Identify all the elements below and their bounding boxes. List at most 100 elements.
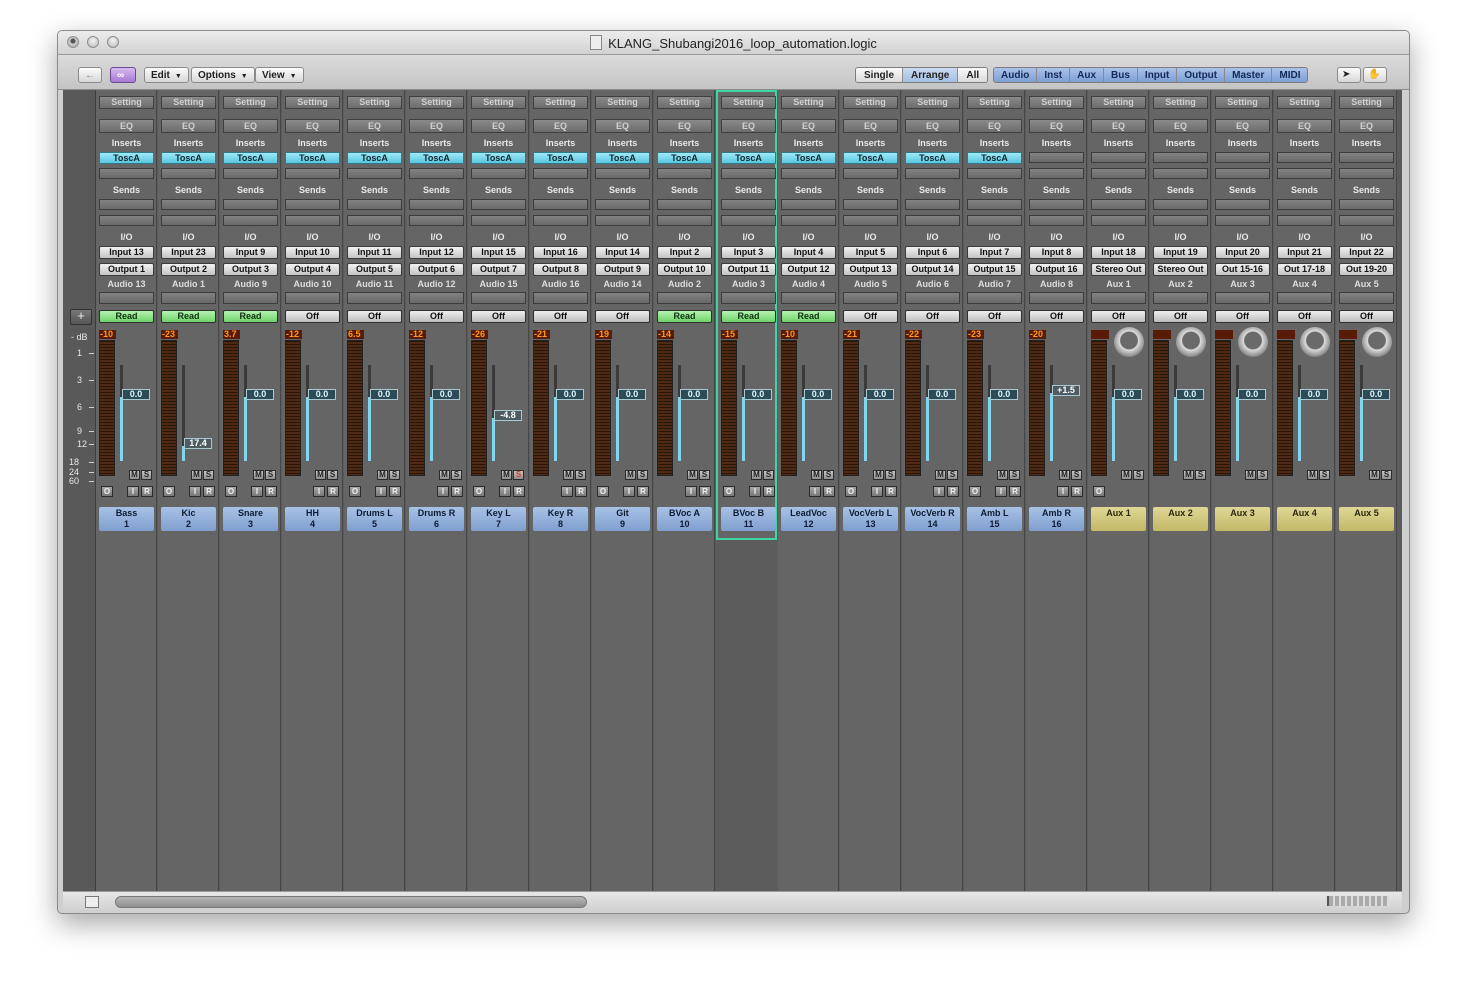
view-mode-all[interactable]: All: [958, 68, 988, 82]
mute-button[interactable]: M: [1183, 470, 1194, 480]
output-selector[interactable]: Output 6: [409, 263, 464, 276]
edit-menu[interactable]: Edit ▼: [144, 67, 189, 83]
send-slot-2[interactable]: [347, 215, 402, 226]
setting-button[interactable]: Setting: [657, 96, 712, 109]
channel-name[interactable]: Amb R 16: [1029, 507, 1084, 531]
fader-level[interactable]: [430, 397, 433, 461]
send-slot-2[interactable]: [471, 215, 526, 226]
mute-button[interactable]: M: [191, 470, 202, 480]
send-slot-1[interactable]: [1339, 199, 1394, 210]
send-slot-1[interactable]: [409, 199, 464, 210]
fader-level[interactable]: [492, 418, 495, 461]
output-selector[interactable]: Out 17-18: [1277, 263, 1332, 276]
input-selector[interactable]: Input 16: [533, 246, 588, 259]
group-button[interactable]: O: [969, 486, 981, 497]
input-selector[interactable]: Input 23: [161, 246, 216, 259]
channel-name[interactable]: Key L7: [471, 507, 526, 531]
solo-button[interactable]: S: [823, 470, 834, 480]
automation-mode[interactable]: Read: [721, 310, 776, 323]
solo-button[interactable]: S: [1071, 470, 1082, 480]
setting-button[interactable]: Setting: [721, 96, 776, 109]
send-slot-1[interactable]: [285, 199, 340, 210]
send-slot-1[interactable]: [781, 199, 836, 210]
channel-name[interactable]: Aux 4: [1277, 507, 1332, 531]
eq-button[interactable]: EQ: [347, 119, 402, 133]
setting-button[interactable]: Setting: [471, 96, 526, 109]
insert-slot-1[interactable]: ToscA: [285, 152, 340, 164]
eq-button[interactable]: EQ: [161, 119, 216, 133]
insert-slot-1[interactable]: ToscA: [409, 152, 464, 164]
input-monitor-button[interactable]: I: [437, 486, 449, 497]
send-slot-2[interactable]: [657, 215, 712, 226]
fader-value[interactable]: 0.0: [1114, 389, 1142, 400]
input-monitor-button[interactable]: I: [313, 486, 325, 497]
solo-button[interactable]: S: [763, 470, 774, 480]
group-button[interactable]: O: [163, 486, 175, 497]
insert-slot-1[interactable]: ToscA: [721, 152, 776, 164]
group-button[interactable]: O: [1093, 486, 1105, 497]
send-slot-2[interactable]: [905, 215, 960, 226]
filter-inst[interactable]: Inst: [1037, 68, 1071, 82]
filter-input[interactable]: Input: [1137, 68, 1178, 82]
input-selector[interactable]: Input 13: [99, 246, 154, 259]
setting-button[interactable]: Setting: [781, 96, 836, 109]
channel-name[interactable]: Drums L5: [347, 507, 402, 531]
group-slot[interactable]: [843, 292, 898, 304]
filter-output[interactable]: Output: [1177, 68, 1226, 82]
mute-button[interactable]: M: [811, 470, 822, 480]
group-slot[interactable]: [1215, 292, 1270, 304]
record-button[interactable]: R: [203, 486, 215, 497]
mute-button[interactable]: M: [439, 470, 450, 480]
automation-mode[interactable]: Off: [347, 310, 402, 323]
send-slot-2[interactable]: [409, 215, 464, 226]
insert-slot-2[interactable]: [161, 168, 216, 179]
automation-mode[interactable]: Read: [161, 310, 216, 323]
input-monitor-button[interactable]: I: [189, 486, 201, 497]
fader-level[interactable]: [368, 397, 371, 461]
channel-name[interactable]: Snare 3: [223, 507, 278, 531]
setting-button[interactable]: Setting: [409, 96, 464, 109]
insert-slot-1[interactable]: ToscA: [99, 152, 154, 164]
zoom-slider[interactable]: [1327, 896, 1389, 906]
input-selector[interactable]: Input 18: [1091, 246, 1146, 259]
fader-value[interactable]: 0.0: [928, 389, 956, 400]
send-slot-2[interactable]: [223, 215, 278, 226]
group-slot[interactable]: [471, 292, 526, 304]
mute-button[interactable]: M: [1369, 470, 1380, 480]
insert-slot-2[interactable]: [781, 168, 836, 179]
mute-button[interactable]: M: [873, 470, 884, 480]
link-button[interactable]: ∞: [110, 67, 136, 83]
output-selector[interactable]: Output 5: [347, 263, 402, 276]
scroll-thumb[interactable]: [115, 896, 587, 908]
fader-level[interactable]: [678, 397, 681, 461]
filter-aux[interactable]: Aux: [1070, 68, 1105, 82]
input-monitor-button[interactable]: I: [251, 486, 263, 497]
insert-slot-2[interactable]: [967, 168, 1022, 179]
insert-slot-2[interactable]: [99, 168, 154, 179]
solo-button[interactable]: S: [1009, 470, 1020, 480]
group-button[interactable]: O: [473, 486, 485, 497]
fader-value[interactable]: 0.0: [1300, 389, 1328, 400]
send-slot-1[interactable]: [657, 199, 712, 210]
insert-slot-1[interactable]: ToscA: [905, 152, 960, 164]
fader-level[interactable]: [1360, 397, 1363, 461]
insert-slot-1[interactable]: ToscA: [595, 152, 650, 164]
channel-name[interactable]: BVoc A 10: [657, 507, 712, 531]
automation-mode[interactable]: Off: [1277, 310, 1332, 323]
automation-mode[interactable]: Off: [471, 310, 526, 323]
input-selector[interactable]: Input 11: [347, 246, 402, 259]
horizontal-scrollbar[interactable]: [63, 891, 1402, 912]
channel-name[interactable]: Aux 2: [1153, 507, 1208, 531]
input-selector[interactable]: Input 4: [781, 246, 836, 259]
input-monitor-button[interactable]: I: [499, 486, 511, 497]
record-button[interactable]: R: [763, 486, 775, 497]
input-selector[interactable]: Input 22: [1339, 246, 1394, 259]
group-slot[interactable]: [781, 292, 836, 304]
fader-level[interactable]: [616, 397, 619, 461]
fader-value[interactable]: 0.0: [804, 389, 832, 400]
fader-value[interactable]: 0.0: [1176, 389, 1204, 400]
insert-slot-2[interactable]: [843, 168, 898, 179]
insert-slot-2[interactable]: [223, 168, 278, 179]
fader-value[interactable]: 0.0: [308, 389, 336, 400]
send-slot-2[interactable]: [843, 215, 898, 226]
